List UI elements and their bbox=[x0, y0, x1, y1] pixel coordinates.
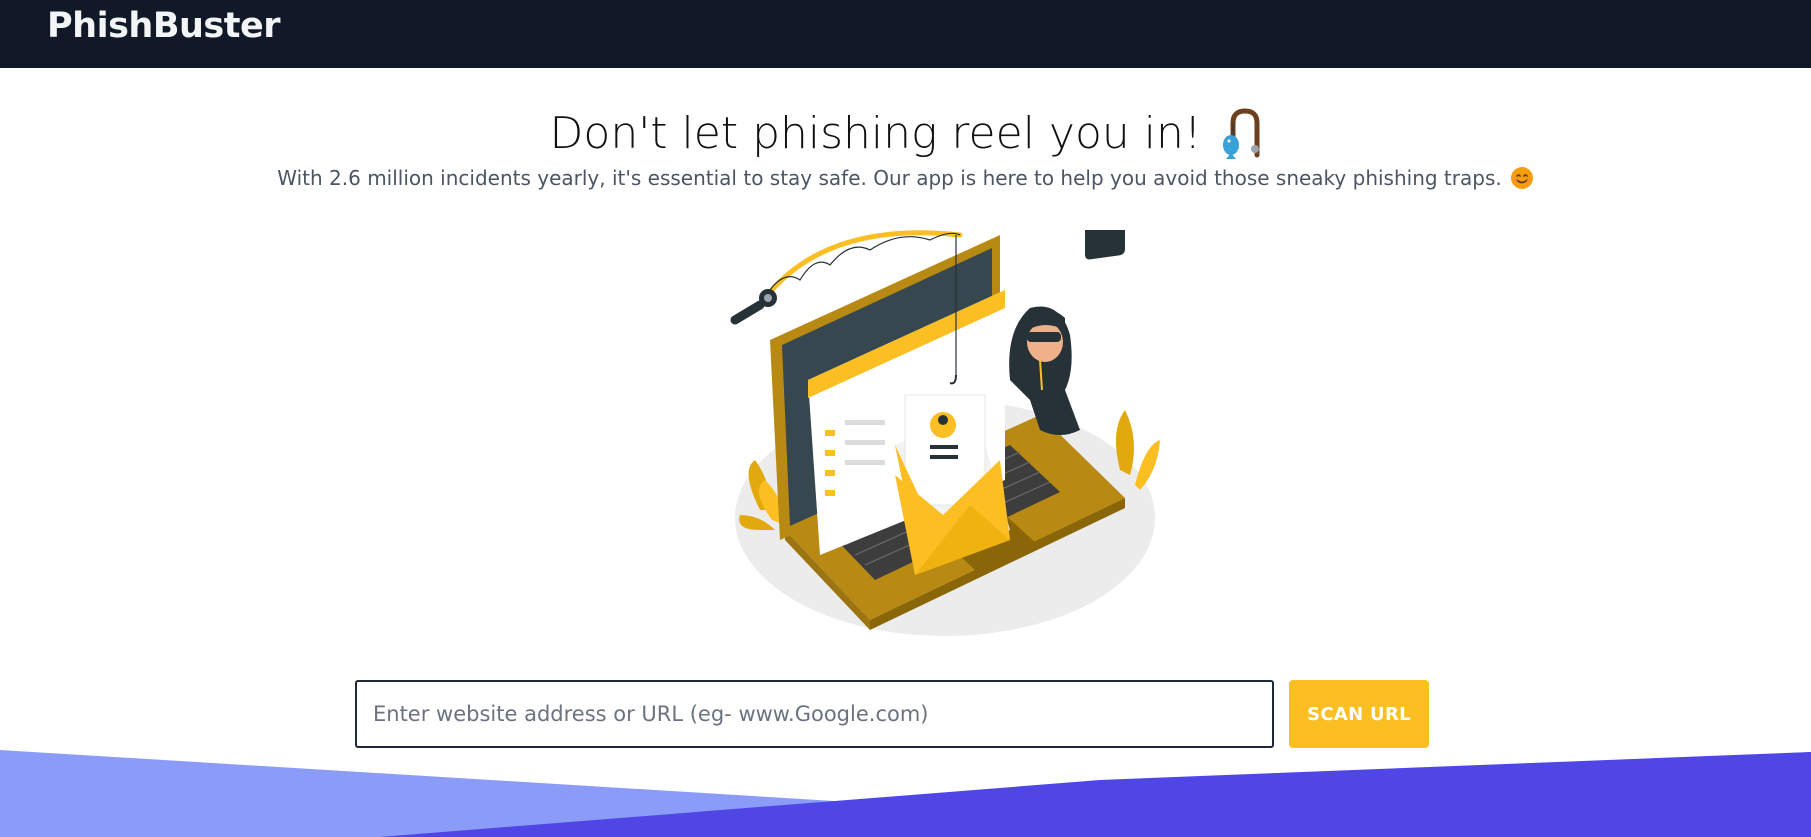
fishing-pole-icon bbox=[1223, 108, 1260, 159]
skull-bubble-icon bbox=[1085, 230, 1125, 304]
smiling-face-icon bbox=[1510, 167, 1533, 189]
headline-text: Don't let phishing reel you in! bbox=[549, 107, 1202, 159]
brand-logo[interactable]: PhishBuster bbox=[47, 6, 280, 46]
top-navbar: PhishBuster bbox=[0, 0, 1811, 68]
hero-headline: Don't let phishing reel you in! bbox=[0, 107, 1811, 159]
hero-subheadline: With 2.6 million incidents yearly, it's … bbox=[0, 166, 1811, 190]
url-input[interactable] bbox=[355, 680, 1274, 748]
scan-url-button[interactable]: SCAN URL bbox=[1289, 680, 1429, 748]
phishing-illustration bbox=[730, 230, 1160, 636]
footer-wave-decoration bbox=[0, 750, 1811, 837]
subheadline-text: With 2.6 million incidents yearly, it's … bbox=[277, 166, 1502, 190]
url-scan-form: SCAN URL bbox=[355, 680, 1430, 748]
